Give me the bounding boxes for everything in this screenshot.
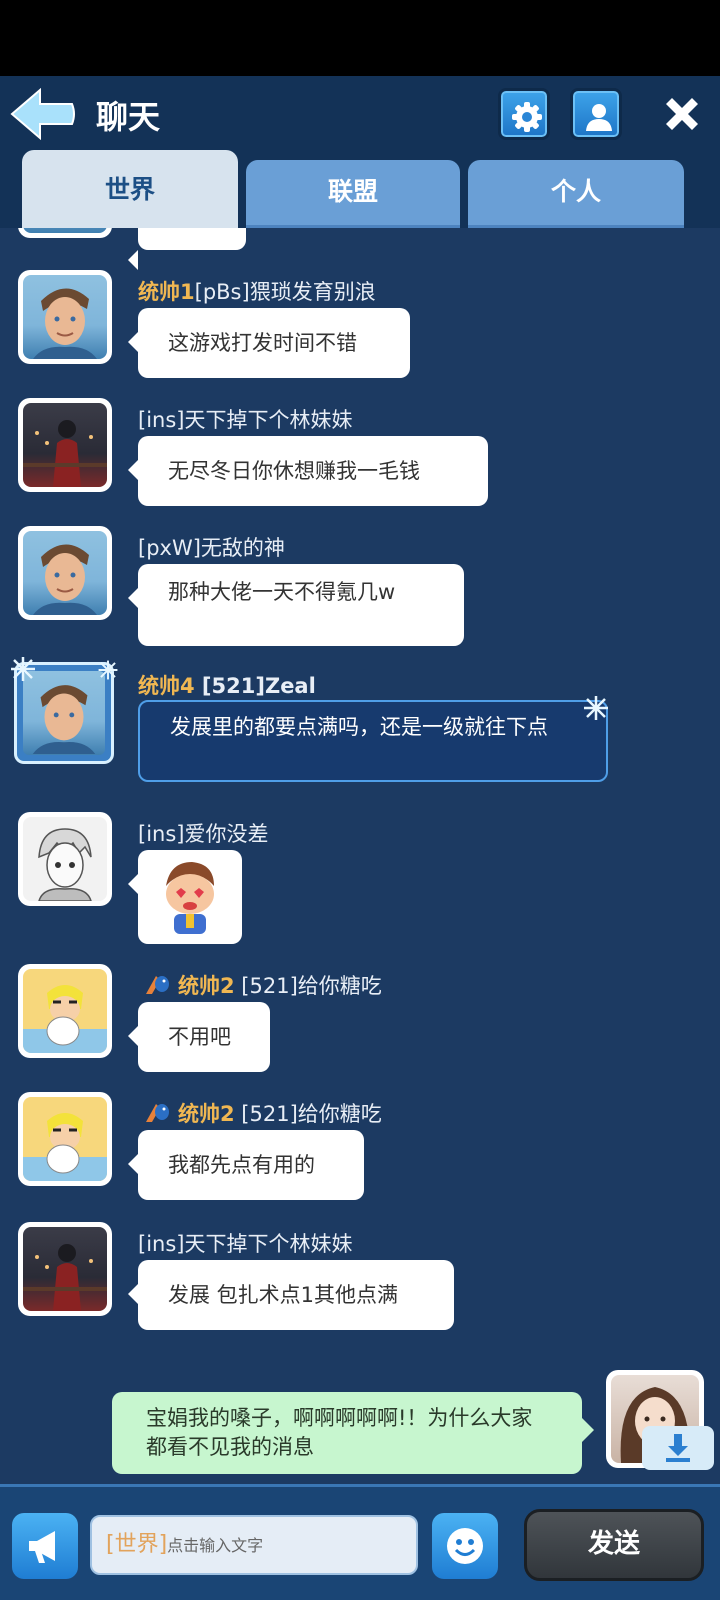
- message-input[interactable]: [世界]点击输入文字: [90, 1515, 418, 1575]
- cartoon-boy-sticker: [166, 862, 214, 934]
- avatar-image: [23, 671, 105, 755]
- snowflake-icon: [98, 660, 118, 680]
- avatar-image: [23, 1097, 107, 1181]
- tab-world[interactable]: 世界: [22, 150, 238, 228]
- input-placeholder: 点击输入文字: [167, 1536, 264, 1555]
- profile-button[interactable]: [570, 88, 622, 140]
- header: 聊天 世界 联盟 个人: [0, 76, 720, 228]
- close-icon: [666, 98, 698, 130]
- back-button[interactable]: [10, 87, 76, 141]
- message-bubble: [128, 226, 246, 270]
- avatar-image: [23, 275, 107, 359]
- avatar[interactable]: [18, 964, 112, 1058]
- sender-name: [ins]天下掉下个林妹妹: [138, 408, 353, 432]
- input-bar: [世界]点击输入文字 发送: [0, 1484, 720, 1600]
- sender-name: [ins]天下掉下个林妹妹: [138, 1232, 353, 1256]
- avatar-image: [23, 531, 107, 615]
- status-bar: [0, 0, 720, 76]
- avatar[interactable]: [18, 1092, 112, 1186]
- close-button[interactable]: [660, 92, 704, 136]
- broadcast-button[interactable]: [12, 1513, 78, 1579]
- emoji-button[interactable]: [432, 1513, 498, 1579]
- tab-personal[interactable]: 个人: [468, 160, 684, 228]
- download-button[interactable]: [642, 1426, 714, 1470]
- sticker-bubble: [128, 850, 242, 944]
- person-icon: [586, 104, 612, 131]
- sender-name: [pxW]无敌的神: [138, 536, 285, 560]
- avatar[interactable]: [18, 1222, 112, 1316]
- download-icon: [666, 1434, 690, 1462]
- own-message-preview[interactable]: 宝娟我的嗓子，啊啊啊啊啊!！为什么大家都看不见我的消息: [112, 1392, 594, 1474]
- sender-name: 统帅2 [521]给你糖吃: [178, 1102, 382, 1126]
- smiley-icon: [447, 1528, 483, 1564]
- sender-name: 统帅1[pBs]猥琐发育别浪: [138, 280, 376, 304]
- sender-name: [ins]爱你没差: [138, 822, 269, 846]
- channel-tag: [世界]: [106, 1532, 168, 1557]
- avatar-image: [23, 1227, 107, 1311]
- bird-badge-icon: [146, 976, 169, 994]
- avatar-image: [23, 969, 107, 1053]
- message-bubble: 无尽冬日你休想赚我一毛钱: [128, 436, 488, 506]
- message-bubble: 那种大佬一天不得氪几w: [128, 564, 464, 646]
- message-bubble: 这游戏打发时间不错: [128, 308, 410, 378]
- megaphone-icon: [29, 1531, 55, 1563]
- back-arrow-icon: [10, 87, 75, 141]
- settings-button[interactable]: [498, 88, 550, 140]
- message-bubble: 发展 包扎术点1其他点满: [128, 1260, 454, 1330]
- send-button[interactable]: 发送: [524, 1509, 704, 1581]
- message-bubble: 我都先点有用的: [128, 1130, 364, 1200]
- sender-name: 统帅4 [521]Zeal: [138, 674, 316, 698]
- avatar[interactable]: [18, 526, 112, 620]
- gear-icon: [512, 102, 542, 132]
- avatar-image: [23, 403, 107, 487]
- snowflake-icon: [11, 657, 35, 681]
- bird-badge-icon: [146, 1104, 169, 1122]
- message-bubble: 不用吧: [128, 1002, 270, 1072]
- snowflake-icon: [584, 696, 608, 720]
- avatar-image: [23, 817, 107, 901]
- avatar-frame[interactable]: [11, 657, 118, 764]
- page-title: 聊天: [96, 98, 161, 136]
- sender-name: 统帅2 [521]给你糖吃: [178, 974, 382, 998]
- message-bubble: 发展里的都要点满吗，还是一级就往下点: [138, 700, 608, 782]
- avatar[interactable]: [18, 812, 112, 906]
- avatar[interactable]: [18, 398, 112, 492]
- tab-alliance[interactable]: 联盟: [246, 160, 460, 228]
- chat-screen: 统帅1[pBs]猥琐发育别浪 这游戏打发时间不错 [ins]天下掉下个林妹妹 无…: [0, 76, 720, 1600]
- avatar[interactable]: [18, 270, 112, 364]
